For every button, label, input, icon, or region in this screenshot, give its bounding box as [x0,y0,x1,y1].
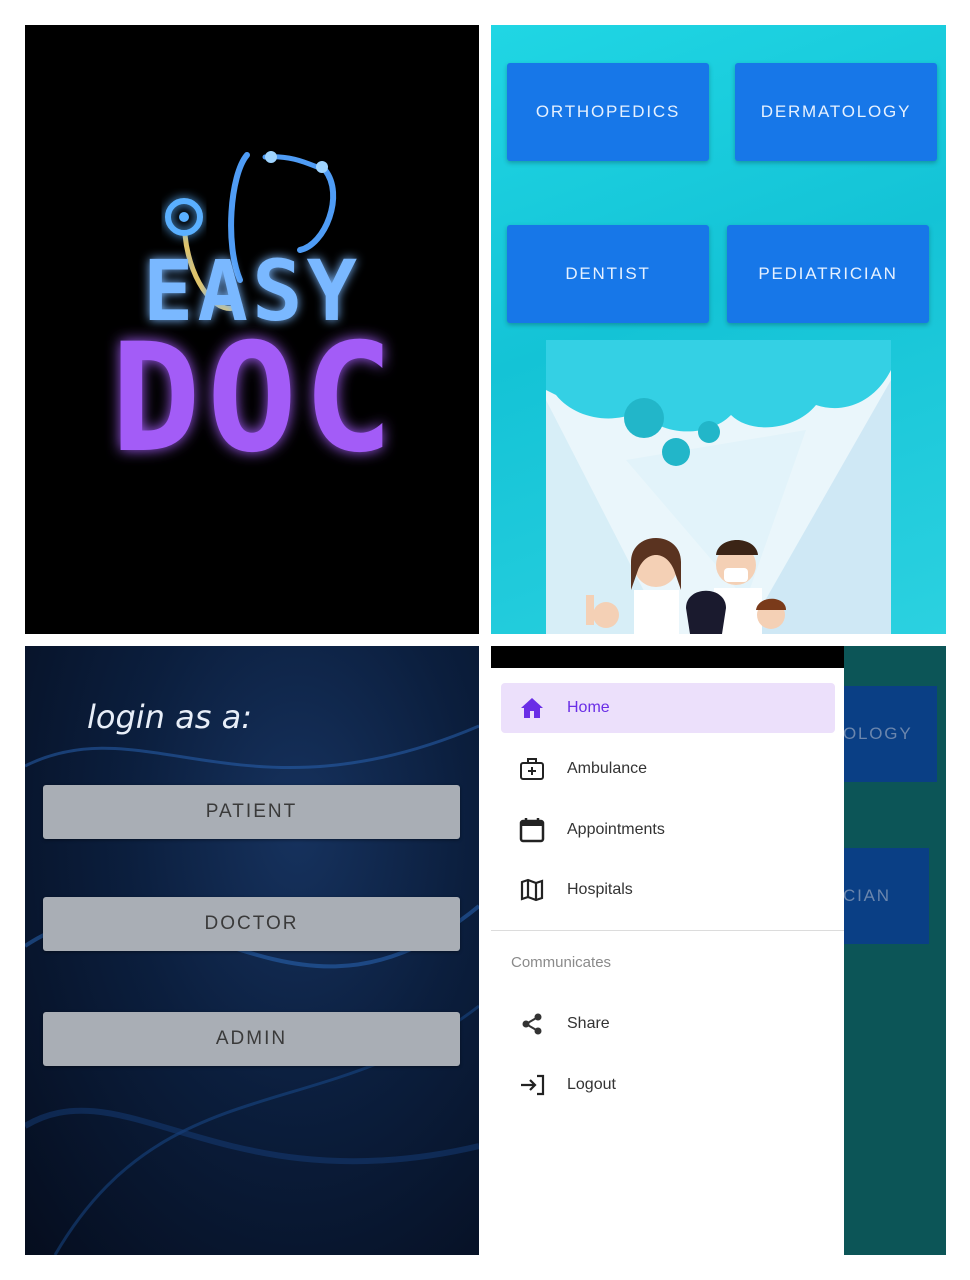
nav-drawer: Home Ambulance Appointments Hospitals Co… [491,668,844,1255]
nav-item-hospitals[interactable]: Hospitals [501,865,835,915]
status-bar [491,646,844,668]
calendar-icon [519,817,545,843]
patient-button[interactable]: PATIENT [43,785,460,839]
share-icon [519,1011,545,1037]
dimmed-label: CIAN [843,886,891,905]
logo-doc-text: DOC [111,312,400,486]
dentist-button[interactable]: DENTIST [507,225,709,323]
nav-label-logout: Logout [567,1076,616,1093]
login-title: login as a: [87,698,252,736]
nav-item-appointments[interactable]: Appointments [501,805,835,855]
bubble-small-icon [698,421,720,443]
map-icon [519,877,545,903]
admin-button[interactable]: ADMIN [43,1012,460,1066]
specialties-screen: ORTHOPEDICS DERMATOLOGY DENTIST PEDIATRI… [491,25,946,634]
dimmed-label: OLOGY [843,724,913,743]
login-screen: login as a: PATIENT DOCTOR ADMIN [25,646,479,1255]
orthopedics-button[interactable]: ORTHOPEDICS [507,63,709,161]
bubble-medium-icon [662,438,690,466]
nav-label-appointments: Appointments [567,821,665,838]
drawer-divider [491,930,844,931]
dermatology-button[interactable]: DERMATOLOGY [735,63,937,161]
easy-doc-logo: EASY DOC [111,151,400,486]
section-title-communicates: Communicates [511,954,612,971]
splash-screen: EASY DOC [25,25,479,634]
nav-label-hospitals: Hospitals [567,881,633,898]
nav-item-ambulance[interactable]: Ambulance [501,744,835,794]
nav-item-home[interactable]: Home [501,683,835,733]
navigation-drawer-screen: OLOGY CIAN Home Ambulance Appointments H… [491,646,946,1255]
home-icon [519,695,545,721]
logout-icon [519,1072,545,1098]
nav-item-share[interactable]: Share [501,999,835,1049]
bubble-large-icon [624,398,664,438]
nav-label-ambulance: Ambulance [567,760,648,777]
doctor-button[interactable]: DOCTOR [43,897,460,951]
medical-bag-icon [519,756,545,782]
nav-item-logout[interactable]: Logout [501,1060,835,1110]
nav-label-share: Share [567,1015,610,1032]
nav-label-home: Home [567,699,610,716]
pediatrician-button[interactable]: PEDIATRICIAN [727,225,929,323]
doctors-illustration [546,340,891,634]
